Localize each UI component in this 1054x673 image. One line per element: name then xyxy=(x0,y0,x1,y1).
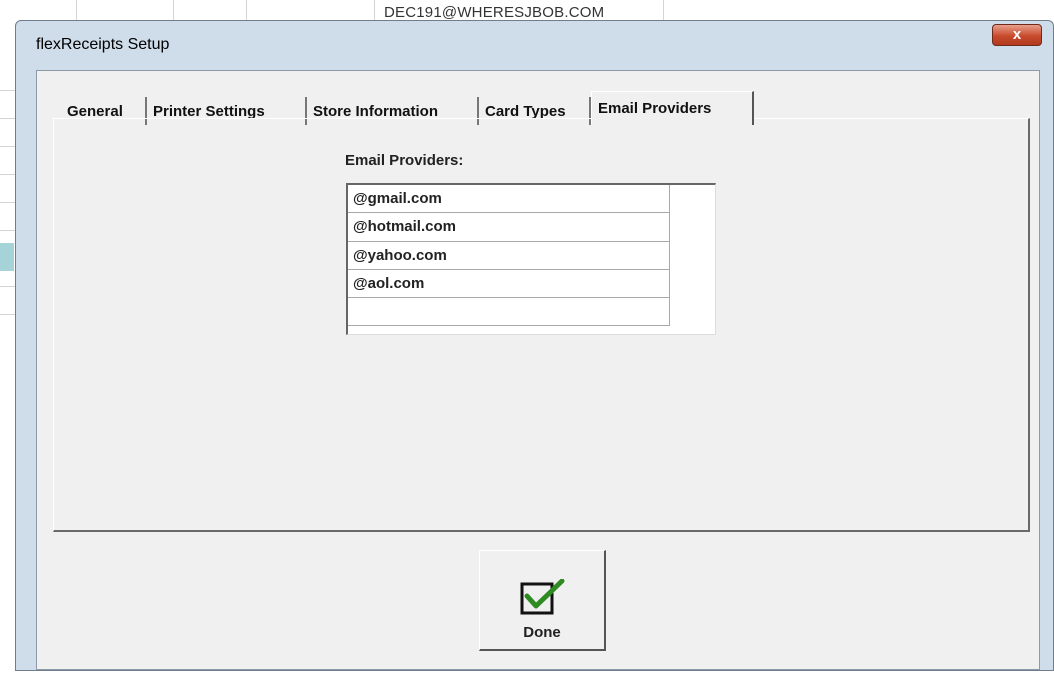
list-grid: @gmail.com @hotmail.com @yahoo.com @aol.… xyxy=(348,185,670,327)
list-item[interactable]: @yahoo.com xyxy=(348,241,670,270)
grid-line xyxy=(0,146,16,147)
done-label: Done xyxy=(523,624,561,641)
list-item-empty[interactable] xyxy=(348,298,670,327)
spreadsheet-cell-text: DEC191@WHERESJBOB.COM xyxy=(384,4,605,21)
close-icon: x xyxy=(1012,26,1022,43)
selected-row-highlight xyxy=(0,243,14,271)
setup-dialog: flexReceipts Setup x General Printer Set… xyxy=(15,20,1054,671)
tab-label: Store Information xyxy=(313,102,439,120)
grid-line xyxy=(0,90,16,91)
tab-label: Printer Settings xyxy=(153,102,265,120)
email-providers-list[interactable]: @gmail.com @hotmail.com @yahoo.com @aol.… xyxy=(346,183,716,335)
grid-line xyxy=(0,174,16,175)
title-bar[interactable]: flexReceipts Setup x xyxy=(16,21,1053,70)
dialog-client-area: General Printer Settings Store Informati… xyxy=(36,70,1040,670)
tab-label: Email Providers xyxy=(598,100,712,117)
list-item[interactable]: @hotmail.com xyxy=(348,213,670,242)
email-providers-label: Email Providers: xyxy=(345,152,464,169)
checkbox-checked-icon xyxy=(520,579,565,615)
grid-line xyxy=(0,118,16,119)
grid-line xyxy=(0,230,16,231)
list-item[interactable]: @aol.com xyxy=(348,269,670,299)
tab-label: Card Types xyxy=(485,102,566,120)
grid-line xyxy=(0,202,16,203)
tab-email-providers[interactable]: Email Providers xyxy=(591,91,754,125)
done-button[interactable]: Done xyxy=(479,550,606,651)
list-item[interactable]: @gmail.com xyxy=(348,185,670,214)
tab-label: General xyxy=(67,102,123,120)
window-title: flexReceipts Setup xyxy=(36,36,170,53)
grid-line xyxy=(0,314,16,315)
tab-panel-email-providers: Email Providers: @gmail.com @hotmail.com… xyxy=(53,118,1030,532)
grid-line xyxy=(0,286,16,287)
close-button[interactable]: x xyxy=(992,24,1042,46)
